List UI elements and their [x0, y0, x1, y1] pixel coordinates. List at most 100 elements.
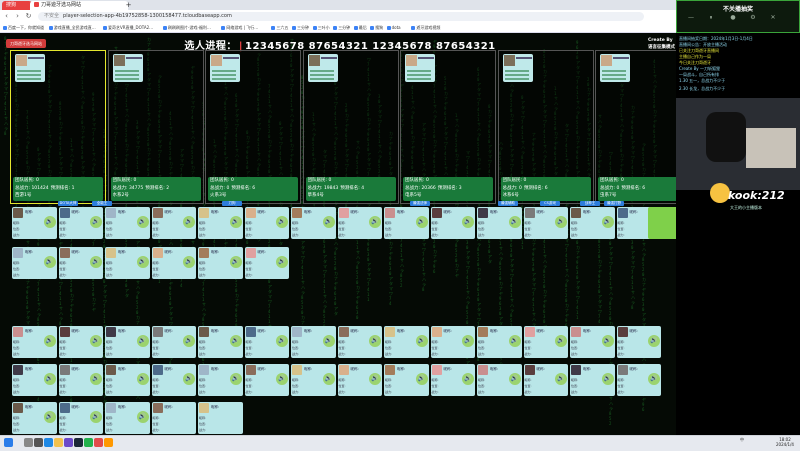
close-icon[interactable]: ✕: [768, 14, 778, 22]
speaker-icon[interactable]: 🔊: [462, 335, 474, 347]
bookmark-item[interactable]: 游戏直播_全民游戏直…: [48, 24, 96, 31]
player-card[interactable]: 昵称: 昵称: 位置: 战力: 🔊: [570, 207, 615, 239]
speaker-icon[interactable]: 🔊: [136, 335, 149, 347]
player-card[interactable]: 昵称: 昵称: 位置: 战力: 🔊: [523, 207, 568, 239]
player-card[interactable]: 昵称: 昵称: 位置: 战力: 🔊: [523, 364, 568, 396]
player-card[interactable]: 昵称: 昵称: 位置: 战力:: [198, 402, 243, 434]
pause-icon[interactable]: ⏸: [706, 14, 716, 22]
bookmark-item[interactable]: 三叶小: [312, 24, 330, 31]
player-card[interactable]: 昵称: 昵称: 位置: 战力: 🔊: [477, 364, 522, 396]
player-card[interactable]: 昵称: 昵称: 位置: 战力: 🔊: [105, 247, 150, 279]
record-icon[interactable]: ●: [728, 14, 738, 22]
speaker-icon[interactable]: 🔊: [369, 216, 381, 228]
player-card[interactable]: 昵称: 昵称: 位置: 战力: 🔊: [477, 207, 522, 239]
bookmark-item[interactable]: 搜狗: [370, 24, 383, 31]
speaker-icon[interactable]: 🔊: [601, 216, 614, 228]
player-card[interactable]: 昵称: 昵称: 位置: 战力: 🔊: [244, 247, 289, 279]
player-card[interactable]: 昵称: 昵称: 位置: 战力: 🔊: [12, 247, 57, 279]
game-icon[interactable]: [94, 438, 103, 447]
speaker-icon[interactable]: 🔊: [555, 373, 567, 385]
speaker-icon[interactable]: 🔊: [648, 373, 660, 385]
speaker-icon[interactable]: 🔊: [183, 256, 195, 268]
bookmark-item[interactable]: 网络游戏 | 飞行…: [221, 24, 258, 31]
player-card[interactable]: 昵称: 昵称: 位置: 战力: 🔊: [337, 326, 382, 358]
speaker-icon[interactable]: 🔊: [136, 373, 149, 385]
speaker-icon[interactable]: 🔊: [276, 216, 288, 228]
team-captain-card[interactable]: [600, 54, 630, 82]
player-card[interactable]: 昵称: 昵称: 位置: 战力: 🔊: [151, 364, 196, 396]
team-captain-card[interactable]: [15, 54, 45, 82]
player-card[interactable]: 昵称: 昵称: 位置: 战力: 🔊: [570, 364, 615, 396]
speaker-icon[interactable]: 🔊: [43, 256, 56, 268]
player-card[interactable]: 昵称: 昵称: 位置: 战力: 🔊: [12, 207, 57, 239]
player-card[interactable]: 昵称: 昵称: 位置: 战力: 🔊: [384, 364, 429, 396]
team-panel[interactable]: 团队居民: 0 总战力: 34775 预测排名: 2 水系2号: [107, 50, 204, 204]
speaker-icon[interactable]: 🔊: [462, 216, 474, 228]
speaker-icon[interactable]: 🔊: [508, 216, 521, 228]
team-panel[interactable]: 团队居民: 0 总战力: 101424 预测排名: 1 西游1号: [10, 50, 106, 204]
player-card[interactable]: 昵称: 昵称: 位置: 战力: 🔊: [244, 326, 289, 358]
selected-player-card[interactable]: [648, 207, 678, 239]
speaker-icon[interactable]: 🔊: [229, 335, 242, 347]
player-card[interactable]: 昵称: 昵称: 位置: 战力: 🔊: [384, 326, 429, 358]
player-card[interactable]: 昵称: 昵称: 位置: 战力: 🔊: [105, 364, 150, 396]
speaker-icon[interactable]: 🔊: [508, 373, 521, 385]
team-panel[interactable]: 团队居民: 0 总战力: 0 预测排名: 6 冰系6号: [497, 50, 594, 204]
windows-icon[interactable]: [4, 438, 13, 447]
speaker-icon[interactable]: 🔊: [322, 216, 335, 228]
speaker-icon[interactable]: 🔊: [462, 373, 474, 385]
speaker-icon[interactable]: 🔊: [555, 216, 567, 228]
speaker-icon[interactable]: 🔊: [276, 256, 288, 268]
speaker-icon[interactable]: 🔊: [43, 335, 56, 347]
bookmark-item[interactable]: 百度一下，你就知道: [3, 24, 44, 31]
url-input[interactable]: 不安全 player-selection-app-4b19752858-13001…: [38, 12, 644, 21]
player-card[interactable]: 昵称: 昵称: 位置: 战力: 🔊: [12, 402, 57, 434]
speaker-icon[interactable]: 🔊: [369, 373, 381, 385]
bookmark-item[interactable]: 三分钟: [333, 24, 350, 31]
player-card[interactable]: 昵称: 昵称: 位置: 战力: 🔊: [616, 326, 661, 358]
speaker-icon[interactable]: 🔊: [90, 335, 102, 347]
player-card[interactable]: 昵称: 昵称: 位置: 战力: 🔊: [291, 207, 336, 239]
player-card[interactable]: 昵称: 昵称: 位置: 战力: 🔊: [570, 326, 615, 358]
chat-icon[interactable]: [84, 438, 93, 447]
player-card[interactable]: 昵称: 昵称: 位置: 战力: 🔊: [105, 402, 150, 434]
player-card[interactable]: 昵称: 昵称: 位置: 战力: 🔊: [244, 364, 289, 396]
team-captain-card[interactable]: [405, 54, 435, 82]
plus-icon[interactable]: +: [124, 1, 133, 10]
speaker-icon[interactable]: 🔊: [183, 216, 195, 228]
player-card[interactable]: 昵称: 昵称: 位置: 战力: 🔊: [616, 364, 661, 396]
browser-icon[interactable]: [44, 438, 53, 447]
player-card[interactable]: 昵称: 昵称: 位置: 战力: 🔊: [105, 207, 150, 239]
app-icon[interactable]: [104, 438, 113, 447]
team-panel[interactable]: 团队居民: 0 总战力: 0 预测排名: 6 火系3号: [205, 50, 301, 204]
player-card[interactable]: 昵称: 昵称: 位置: 战力: 🔊: [58, 364, 103, 396]
player-card[interactable]: 昵称: 昵称: 位置: 战力: 🔊: [477, 326, 522, 358]
speaker-icon[interactable]: 🔊: [183, 335, 195, 347]
input-lang[interactable]: 中: [740, 437, 744, 442]
player-card[interactable]: 昵称: 昵称: 位置: 战力: 🔊: [430, 326, 475, 358]
player-card[interactable]: 昵称: 昵称: 位置: 战力: 🔊: [523, 326, 568, 358]
player-card[interactable]: 昵称: 昵称: 位置: 战力: 🔊: [58, 247, 103, 279]
speaker-icon[interactable]: 🔊: [555, 335, 567, 347]
speaker-icon[interactable]: 🔊: [415, 335, 428, 347]
player-card[interactable]: 昵称: 昵称: 位置: 战力: 🔊: [105, 326, 150, 358]
minimize-icon[interactable]: —: [686, 14, 696, 22]
reload-icon[interactable]: ↻: [24, 12, 33, 21]
speaker-icon[interactable]: 🔊: [276, 335, 288, 347]
player-card[interactable]: 昵称: 昵称: 位置: 战力: 🔊: [384, 207, 429, 239]
bookmark-item[interactable]: 三分钟: [292, 24, 309, 31]
player-card[interactable]: 昵称: 昵称: 位置: 战力: 🔊: [58, 207, 103, 239]
taskview-icon[interactable]: [34, 438, 43, 447]
speaker-icon[interactable]: 🔊: [43, 373, 56, 385]
bookmark-item[interactable]: 刷刷刷图片-游戏-福利…: [163, 24, 211, 31]
player-card[interactable]: 昵称: 昵称: 位置: 战力: 🔊: [198, 364, 243, 396]
player-card[interactable]: 昵称: 昵称: 位置: 战力: 🔊: [244, 207, 289, 239]
speaker-icon[interactable]: 🔊: [601, 373, 614, 385]
speaker-icon[interactable]: 🔊: [136, 411, 149, 423]
store-icon[interactable]: [64, 438, 73, 447]
player-card[interactable]: 昵称: 昵称: 位置: 战力: 🔊: [291, 364, 336, 396]
clock[interactable]: 18:02 2024/1/4: [772, 437, 798, 447]
speaker-icon[interactable]: 🔊: [276, 373, 288, 385]
speaker-icon[interactable]: 🔊: [90, 411, 102, 423]
speaker-icon[interactable]: 🔊: [136, 256, 149, 268]
